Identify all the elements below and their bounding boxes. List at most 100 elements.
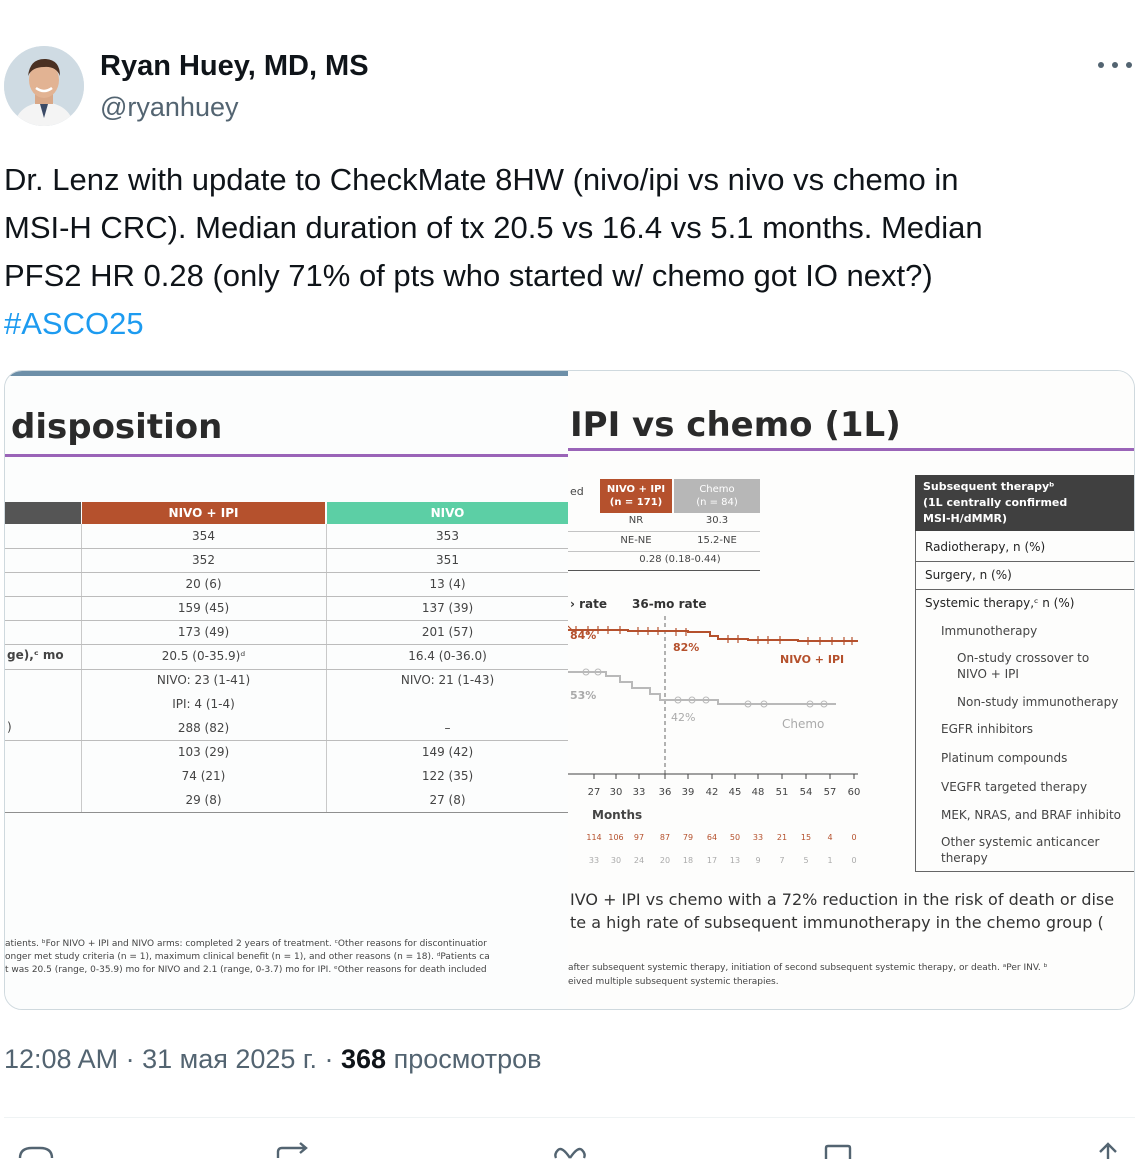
risk-count-nivo-ipi: 64 <box>706 833 718 842</box>
footnote-line: t was 20.5 (range, 0-35.9) mo for NIVO a… <box>5 965 487 975</box>
subsequent-item: MEK, NRAS, and BRAF inhibito <box>941 808 1121 822</box>
author-handle[interactable]: @ryanhuey <box>100 92 238 123</box>
retweet-icon[interactable] <box>270 1140 320 1159</box>
risk-count-nivo-ipi: 21 <box>776 833 788 842</box>
risk-count-nivo-ipi: 0 <box>851 833 857 842</box>
hashtag-link[interactable]: #ASCO25 <box>4 300 1134 348</box>
bookmark-icon[interactable] <box>818 1140 858 1159</box>
col-header-chemo: Chemo (n = 84) <box>674 479 760 513</box>
col-header-nivo-ipi: NIVO + IPI (n = 171) <box>600 479 672 513</box>
author-name[interactable]: Ryan Huey, MD, MS <box>100 50 369 83</box>
nivo-cell: 122 (35) <box>421 769 474 783</box>
km-curve-plot <box>568 616 858 779</box>
x-tick-label: 48 <box>751 787 765 798</box>
risk-count-nivo-ipi: 15 <box>800 833 812 842</box>
slide-subsequent-therapy: IPI vs chemo (1L) ed NIVO + IPI (n = 171… <box>568 371 1134 1009</box>
x-tick-label: 45 <box>728 787 742 798</box>
nivo-ipi-cell: 20 (6) <box>185 577 222 591</box>
reply-icon[interactable] <box>16 1140 56 1159</box>
risk-count-chemo: 7 <box>779 856 785 865</box>
more-icon[interactable] <box>1098 54 1132 76</box>
rate-label: › rate <box>570 597 608 611</box>
tweet-header: Ryan Huey, MD, MS @ryanhuey <box>0 40 1145 130</box>
like-icon[interactable] <box>550 1140 590 1159</box>
risk-count-nivo-ipi: 114 <box>586 833 602 842</box>
nivo-ipi-cell: 352 <box>192 553 215 567</box>
risk-count-nivo-ipi: 106 <box>608 833 624 842</box>
footnote-line: eived multiple subsequent systemic thera… <box>568 977 779 987</box>
x-tick-label: 54 <box>799 787 813 798</box>
table-cell: NE-NE <box>620 535 652 546</box>
x-tick-label: 27 <box>587 787 601 798</box>
x-tick-label: 39 <box>681 787 695 798</box>
risk-count-nivo-ipi: 4 <box>827 833 833 842</box>
risk-count-nivo-ipi: 79 <box>682 833 694 842</box>
nivo-cell: 13 (4) <box>429 577 466 591</box>
table-cell: 30.3 <box>705 515 729 526</box>
tweet-text: Dr. Lenz with update to CheckMate 8HW (n… <box>4 156 1134 348</box>
row-label: ) <box>7 720 12 734</box>
col-header-nivo: NIVO <box>327 502 568 524</box>
risk-count-nivo-ipi: 50 <box>729 833 741 842</box>
rate-label: 36-mo rate <box>632 597 707 611</box>
nivo-ipi-cell: 103 (29) <box>177 745 230 759</box>
subsequent-item: NIVO + IPI <box>957 667 1019 681</box>
tweet-time[interactable]: 12:08 AM <box>4 1044 118 1074</box>
nivo-cell: 16.4 (0-36.0) <box>408 649 487 663</box>
nivo-ipi-cell: 29 (8) <box>185 793 222 807</box>
nivo-ipi-cell: 288 (82) <box>177 721 230 735</box>
tweet-text-line: MSI-H CRC). Median duration of tx 20.5 v… <box>4 210 983 245</box>
x-tick-label: 36 <box>658 787 672 798</box>
slide-title-rule <box>5 454 568 457</box>
nivo-ipi-cell: NIVO: 23 (1-41) <box>156 673 251 687</box>
risk-count-nivo-ipi: 33 <box>752 833 764 842</box>
x-tick-label: 57 <box>823 787 837 798</box>
subsequent-item: Non-study immunotherapy <box>957 695 1119 709</box>
x-tick-label: 42 <box>705 787 719 798</box>
footnote-line: after subsequent systemic therapy, initi… <box>568 963 1048 973</box>
subsequent-item: therapy <box>941 851 988 865</box>
x-tick-label: 30 <box>609 787 623 798</box>
slide-title: IPI vs chemo (1L) <box>570 405 901 445</box>
slide-disposition: disposition NIVO + IPI NIVO ge),ᶜ mo ) 3… <box>5 371 568 1009</box>
conclusion-line: IVO + IPI vs chemo with a 72% reduction … <box>570 890 1115 909</box>
x-tick-label: 60 <box>847 787 861 798</box>
risk-count-chemo: 1 <box>827 856 833 865</box>
tweet-text-line: Dr. Lenz with update to CheckMate 8HW (n… <box>4 162 959 197</box>
risk-count-chemo: 0 <box>851 856 857 865</box>
x-axis-label: Months <box>592 808 643 822</box>
meta-separator: · <box>324 1044 334 1074</box>
x-tick-label: 33 <box>632 787 646 798</box>
tweet-meta: 12:08 AM · 31 мая 2025 г. · 368 просмотр… <box>4 1044 541 1075</box>
risk-count-chemo: 30 <box>610 856 622 865</box>
tweet-date[interactable]: 31 мая 2025 г. <box>142 1044 317 1074</box>
footnote-line: onger met study criteria (n = 1), maximu… <box>5 952 490 962</box>
subsequent-item: EGFR inhibitors <box>941 722 1033 736</box>
slide-title: disposition <box>11 407 223 447</box>
nivo-ipi-cell: IPI: 4 (1-4) <box>172 697 235 711</box>
nivo-cell: 27 (8) <box>429 793 466 807</box>
hazard-ratio: 0.28 (0.18-0.44) <box>639 554 721 565</box>
tweet-text-line: PFS2 HR 0.28 (only 71% of pts who starte… <box>4 258 933 293</box>
curve-label: NIVO + IPI <box>780 653 845 666</box>
nivo-ipi-cell: 173 (49) <box>177 625 230 639</box>
risk-count-chemo: 33 <box>588 856 600 865</box>
nivo-ipi-cell: 159 (45) <box>177 601 230 615</box>
tweet-media-image[interactable]: disposition NIVO + IPI NIVO ge),ᶜ mo ) 3… <box>4 370 1135 1010</box>
subsequent-item: Platinum compounds <box>941 751 1068 765</box>
table-head-fragment: ed <box>570 485 584 498</box>
risk-count-chemo: 9 <box>755 856 761 865</box>
divider <box>4 1117 1135 1118</box>
subsequent-item: Immunotherapy <box>941 624 1038 638</box>
author-avatar[interactable] <box>4 46 84 126</box>
row-label: ge),ᶜ mo <box>7 648 64 662</box>
slide-top-rule <box>5 371 568 376</box>
curve-label: 84% <box>570 629 597 642</box>
share-icon[interactable] <box>1088 1140 1128 1159</box>
risk-count-chemo: 24 <box>633 856 645 865</box>
risk-count-nivo-ipi: 87 <box>659 833 671 842</box>
nivo-cell: – <box>444 721 451 735</box>
curve-label: Chemo <box>782 717 825 731</box>
risk-count-chemo: 5 <box>803 856 809 865</box>
col-header-nivo-ipi: NIVO + IPI <box>82 502 325 524</box>
